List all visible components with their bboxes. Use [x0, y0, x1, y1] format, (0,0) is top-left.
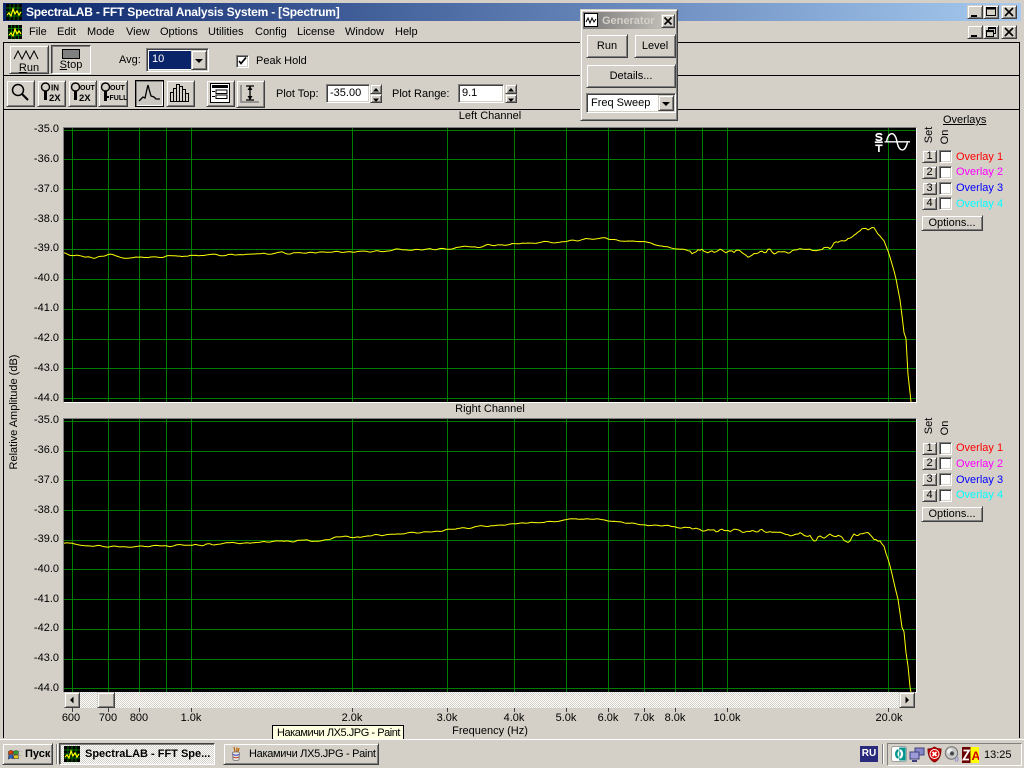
svg-text:FULL: FULL	[110, 95, 128, 102]
svg-text:OUT: OUT	[110, 85, 126, 92]
svg-text:A: A	[972, 749, 980, 763]
svg-text:OUT: OUT	[80, 85, 96, 92]
svg-text:2X: 2X	[49, 93, 61, 104]
svg-text:2X: 2X	[79, 93, 91, 104]
svg-text:IN: IN	[51, 84, 59, 93]
